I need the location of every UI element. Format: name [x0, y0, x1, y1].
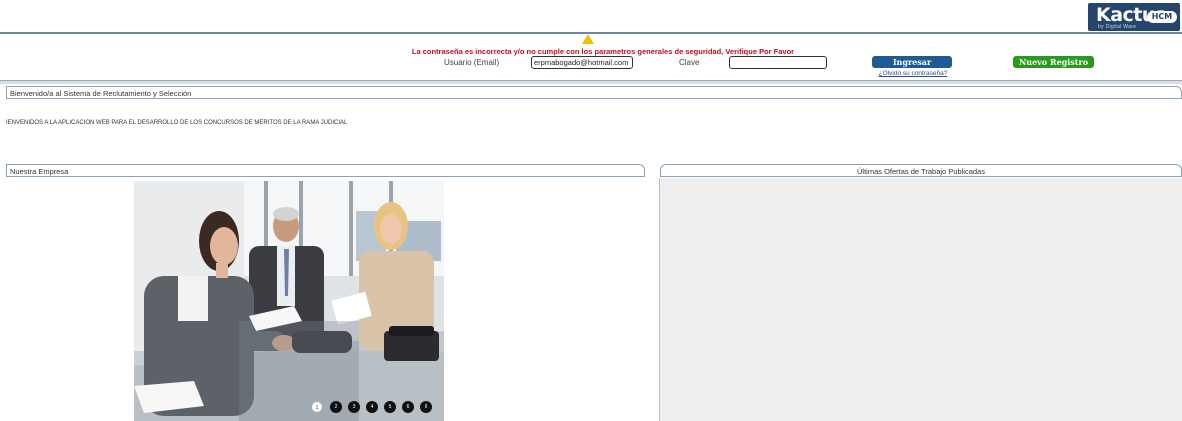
error-message: La contraseña es incorrecta y/o no cumpl…	[411, 47, 795, 56]
logo-subtitle: by Digital Ware	[1098, 24, 1137, 30]
welcome-text: IENVENIDOS A LA APLICACION WEB PARA EL D…	[6, 120, 348, 126]
slideshow-dot-6[interactable]: 6	[402, 401, 414, 413]
login-button[interactable]: Ingresar	[872, 56, 952, 68]
slideshow-dot-3[interactable]: 3	[348, 401, 360, 413]
slideshow-dot-1[interactable]: 1	[312, 402, 322, 412]
warning-icon	[582, 34, 594, 44]
user-email-input[interactable]: erpmabogado@hotmail.com	[531, 56, 633, 69]
company-slideshow-image	[134, 181, 444, 421]
kactus-logo: Kactus HCM by Digital Ware	[1088, 3, 1180, 31]
welcome-panel-title: Bienvenido/a al Sistema de Reclutamiento…	[6, 86, 1182, 99]
office-meeting-photo	[134, 181, 444, 421]
job-offers-panel-title: Últimas Ofertas de Trabajo Publicadas	[660, 164, 1182, 177]
company-panel-title: Nuestra Empresa	[6, 164, 645, 177]
job-offers-list	[659, 178, 1182, 421]
user-email-label: Usuario (Email)	[444, 58, 500, 67]
section-divider	[0, 80, 1182, 84]
new-registration-button[interactable]: Nuevo Registro	[1013, 56, 1094, 68]
logo-suffix: HCM	[1147, 11, 1177, 23]
slideshow-dot-2[interactable]: 2	[330, 401, 342, 413]
password-input[interactable]	[729, 56, 827, 69]
forgot-password-link[interactable]: ¿Olvidó su contraseña?	[872, 70, 954, 77]
slideshow-dot-4[interactable]: 4	[366, 401, 378, 413]
slideshow-dot-5[interactable]: 5	[384, 401, 396, 413]
slideshow-pause-button[interactable]: II	[420, 401, 432, 413]
password-label: Clave	[679, 58, 700, 67]
